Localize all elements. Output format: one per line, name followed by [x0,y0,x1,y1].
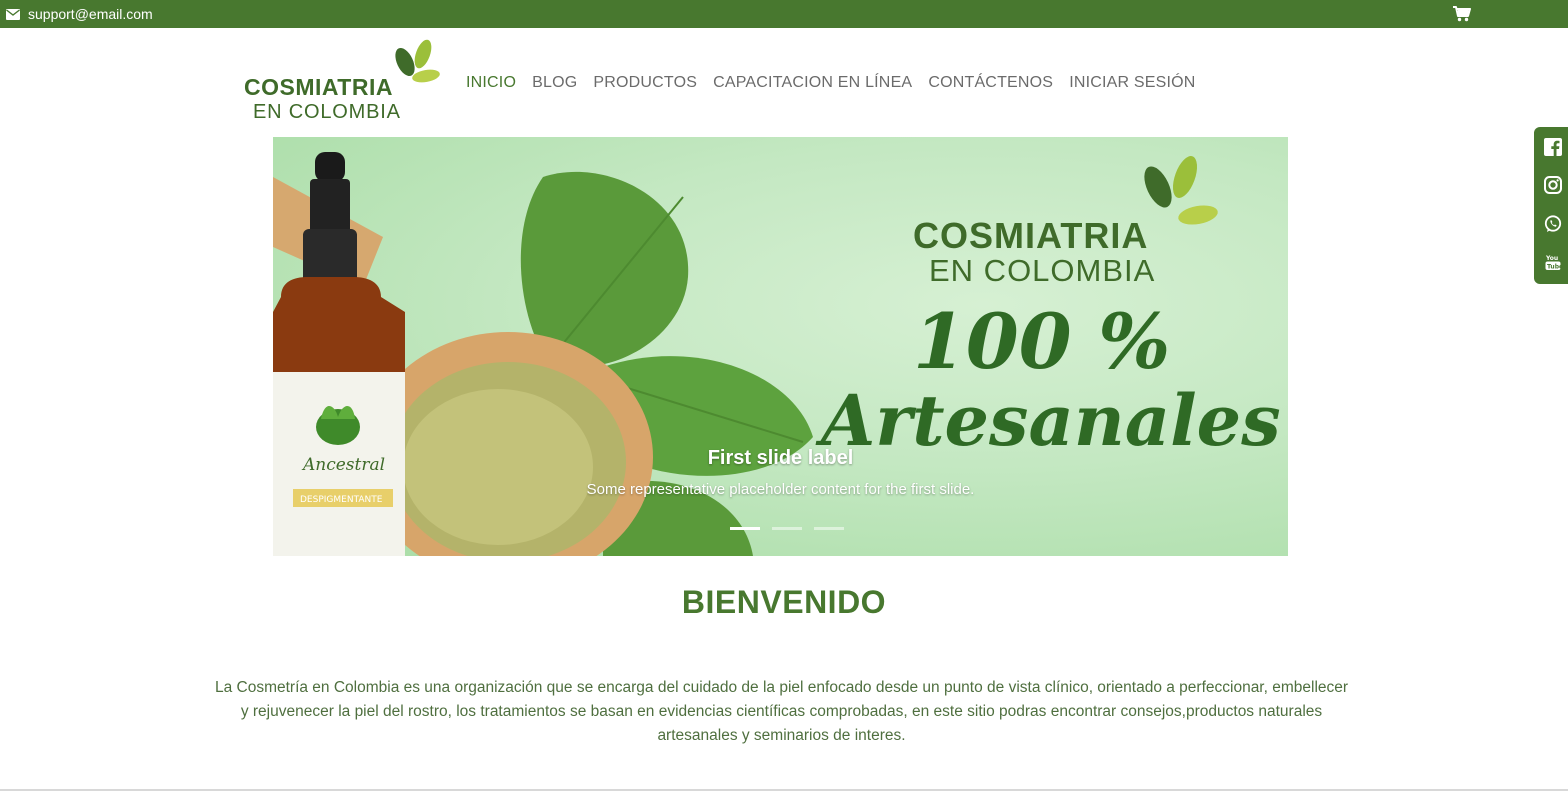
nav-contactenos[interactable]: CONTÁCTENOS [928,74,1053,92]
nav-iniciar-sesion[interactable]: INICIAR SESIÓN [1069,74,1195,92]
main-nav: INICIO BLOG PRODUCTOS CAPACITACION EN LÍ… [466,74,1212,92]
svg-text:Tube: Tube [1547,264,1562,271]
site-logo[interactable]: COSMIATRIA EN COLOMBIA [243,38,443,126]
carousel-indicator-2[interactable] [772,527,802,530]
carousel-indicators [730,527,844,530]
shopping-cart-icon[interactable] [1453,6,1471,22]
nav-capacitacion[interactable]: CAPACITACION EN LÍNEA [713,74,912,92]
hero-brand-line2: EN COLOMBIA [929,253,1156,288]
facebook-icon[interactable] [1544,138,1562,156]
hero-tagline-percent: 100 % [913,297,1171,386]
top-bar: support@email.com [0,0,1568,28]
logo-line2: EN COLOMBIA [253,101,401,123]
welcome-title: BIENVENIDO [681,584,887,620]
leaf-logo-icon [395,39,440,83]
hero-brand-line1: COSMIATRIA [913,215,1149,256]
carousel-indicator-1[interactable] [730,527,760,530]
nav-inicio[interactable]: INICIO [466,74,516,92]
nav-productos[interactable]: PRODUCTOS [593,74,697,92]
logo-line1: COSMIATRIA [244,74,393,100]
hero-carousel[interactable]: Ancestral DESPIGMENTANTE COSMIATRIA EN C… [273,137,1288,556]
nav-blog[interactable]: BLOG [532,74,577,92]
whatsapp-icon[interactable] [1544,215,1562,233]
carousel-indicator-3[interactable] [814,527,844,530]
social-sidebar: You Tube [1534,127,1568,284]
instagram-icon[interactable] [1544,176,1562,194]
support-email-link[interactable]: support@email.com [6,7,153,21]
support-email: support@email.com [28,6,153,22]
carousel-caption-title: First slide label [707,447,854,469]
carousel-caption-text: Some representative placeholder content … [586,481,975,498]
welcome-text: La Cosmetría en Colombia es una organiza… [214,679,1349,744]
envelope-icon [6,8,20,20]
youtube-icon[interactable]: You Tube [1544,253,1562,271]
svg-text:You: You [1545,255,1558,262]
